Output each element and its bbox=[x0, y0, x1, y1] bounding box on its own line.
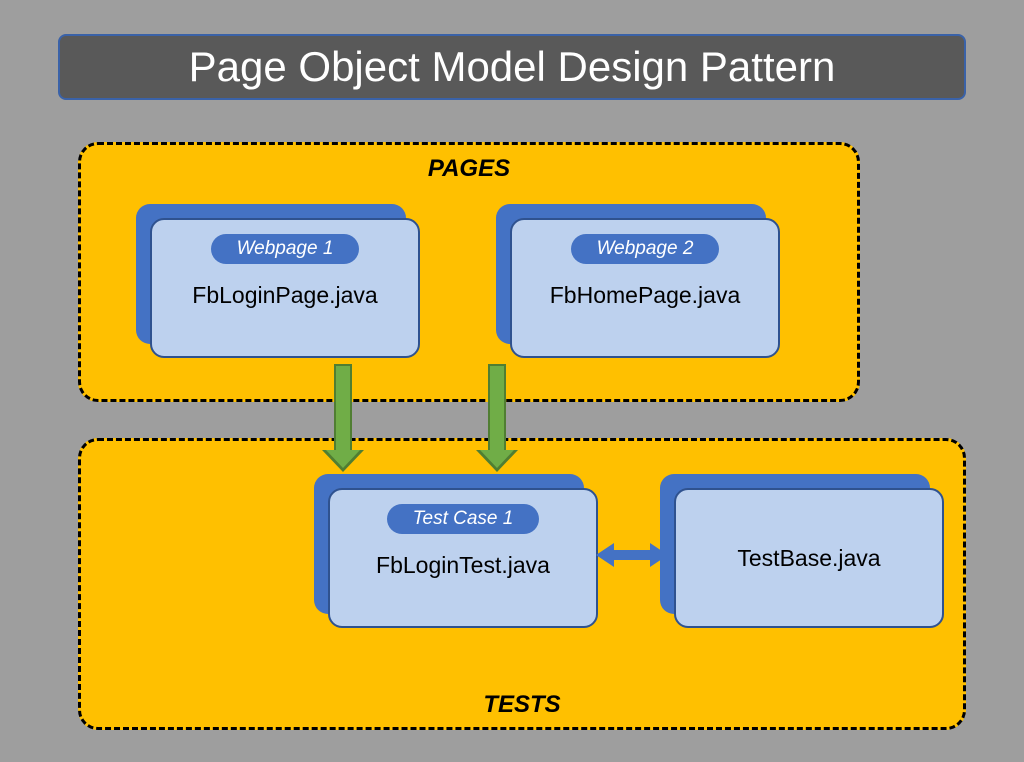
card-testcase1: Test Case 1 FbLoginTest.java bbox=[328, 488, 598, 628]
card-front: TestBase.java bbox=[674, 488, 944, 628]
card-front: Webpage 1 FbLoginPage.java bbox=[150, 218, 420, 358]
pages-label: PAGES bbox=[428, 155, 510, 183]
card-front: Test Case 1 FbLoginTest.java bbox=[328, 488, 598, 628]
card-webpage1: Webpage 1 FbLoginPage.java bbox=[150, 218, 420, 358]
card-testbase: TestBase.java bbox=[674, 488, 944, 628]
card-front: Webpage 2 FbHomePage.java bbox=[510, 218, 780, 358]
pill-webpage1: Webpage 1 bbox=[211, 234, 360, 264]
card-text-testcase1: FbLoginTest.java bbox=[376, 552, 550, 579]
bidirectional-arrow-icon bbox=[596, 543, 668, 567]
arrow-down-icon bbox=[486, 364, 508, 474]
arrow-down-icon bbox=[332, 364, 354, 474]
card-text-webpage1: FbLoginPage.java bbox=[192, 282, 377, 309]
pill-webpage2: Webpage 2 bbox=[571, 234, 720, 264]
page-title: Page Object Model Design Pattern bbox=[189, 43, 836, 91]
title-bar: Page Object Model Design Pattern bbox=[58, 34, 966, 100]
card-webpage2: Webpage 2 FbHomePage.java bbox=[510, 218, 780, 358]
tests-label: TESTS bbox=[483, 691, 560, 719]
card-text-webpage2: FbHomePage.java bbox=[550, 282, 741, 309]
card-text-testbase: TestBase.java bbox=[737, 545, 880, 572]
pill-testcase1: Test Case 1 bbox=[387, 504, 540, 534]
